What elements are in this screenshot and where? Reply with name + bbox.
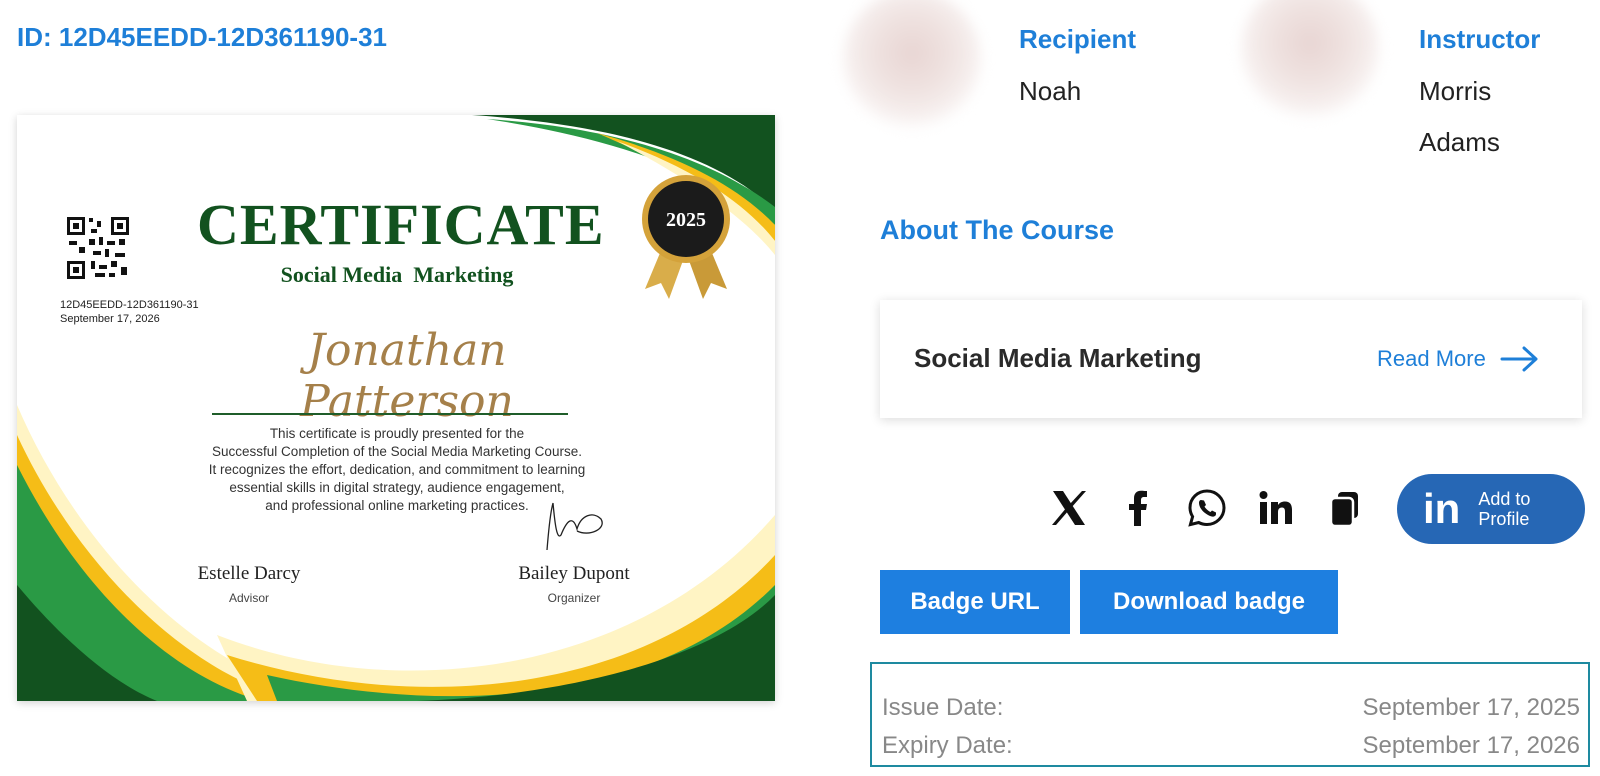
expiry-date-value: September 17, 2026 xyxy=(1362,732,1581,759)
badge-url-button[interactable]: Badge URL xyxy=(880,570,1070,634)
arrow-right-icon xyxy=(1500,346,1538,372)
medal-year: 2025 xyxy=(666,209,706,231)
certificate-id-small: 12D45EEDD-12D361190-31 September 17, 202… xyxy=(60,298,199,326)
signer-role: Organizer xyxy=(547,591,601,605)
course-card: Social Media Marketing Read More xyxy=(880,300,1582,418)
certificate-title: CERTIFICATE xyxy=(197,192,605,257)
certificate-course-name: Social Media Marketing xyxy=(280,262,514,287)
year-medal: 2025 xyxy=(637,171,735,301)
signer-role: Advisor xyxy=(228,591,269,605)
expiry-date-row: Expiry Date: September 17, 2026 xyxy=(882,732,1580,760)
read-more-label: Read More xyxy=(1377,346,1486,371)
add-to-profile-line1: Add to xyxy=(1478,489,1531,509)
body-line: Successful Completion of the Social Medi… xyxy=(212,444,582,459)
copy-icon[interactable] xyxy=(1325,488,1365,528)
facebook-icon[interactable] xyxy=(1118,488,1158,528)
add-to-profile-line2: Profile xyxy=(1478,509,1530,529)
x-icon[interactable] xyxy=(1049,488,1089,528)
signer-name: Bailey Dupont xyxy=(518,563,630,584)
add-to-profile-label: Add to Profile xyxy=(1478,489,1530,529)
name-underline xyxy=(212,413,568,415)
dates-box: Issue Date: September 17, 2025 Expiry Da… xyxy=(870,662,1590,767)
issue-date-row: Issue Date: September 17, 2025 xyxy=(882,694,1580,722)
linkedin-icon[interactable] xyxy=(1256,488,1296,528)
add-to-linkedin-profile-button[interactable]: in Add to Profile xyxy=(1397,474,1585,544)
linkedin-logo-icon: in xyxy=(1423,485,1461,532)
instructor-last-name: Adams xyxy=(1419,127,1500,157)
qr-code-icon xyxy=(65,215,131,281)
body-line: This certificate is proudly presented fo… xyxy=(269,426,525,441)
issue-date-label: Issue Date: xyxy=(882,694,1004,721)
recipient-label: Recipient xyxy=(1019,24,1137,54)
instructor-avatar xyxy=(1240,0,1380,120)
award-medal-icon: 2025 xyxy=(642,175,730,299)
recipient-avatar xyxy=(842,0,982,130)
whatsapp-icon[interactable] xyxy=(1187,488,1227,528)
signer-advisor: Estelle Darcy Advisor xyxy=(169,563,329,605)
instructor-label: Instructor xyxy=(1419,24,1541,54)
read-more-link[interactable]: Read More xyxy=(1377,346,1540,372)
credential-id: ID: 12D45EEDD-12D361190-31 xyxy=(17,22,387,52)
about-course-heading: About The Course xyxy=(880,215,1114,245)
instructor-first-name: Morris xyxy=(1419,76,1492,106)
certificate-date-text: September 17, 2026 xyxy=(60,313,160,325)
signature-icon xyxy=(546,502,603,551)
certificate-image: 12D45EEDD-12D361190-31 September 17, 202… xyxy=(17,115,775,701)
certificate-id-text: 12D45EEDD-12D361190-31 xyxy=(60,299,199,311)
download-badge-button[interactable]: Download badge xyxy=(1080,570,1338,634)
body-line: It recognizes the effort, dedication, an… xyxy=(208,462,586,477)
issue-date-value: September 17, 2025 xyxy=(1362,694,1581,721)
signer-name: Estelle Darcy xyxy=(197,563,301,584)
signer-organizer: Bailey Dupont Organizer xyxy=(494,563,654,605)
certificate-recipient-name: Jonathan Patterson xyxy=(300,325,514,427)
course-name: Social Media Marketing xyxy=(914,343,1202,373)
expiry-date-label: Expiry Date: xyxy=(882,732,1013,759)
recipient-name: Noah xyxy=(1019,76,1082,106)
